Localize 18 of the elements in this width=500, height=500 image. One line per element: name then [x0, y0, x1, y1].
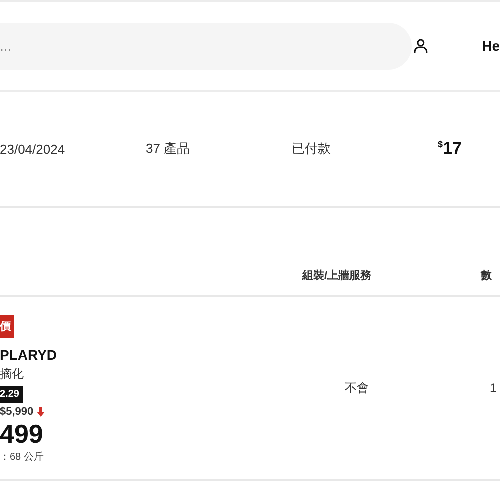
order-total: $^{$}$17 — [438, 139, 463, 159]
person-icon[interactable] — [412, 37, 430, 55]
product-price: 499 — [0, 420, 44, 446]
table-cell-text: 1 — [489, 381, 498, 395]
previous-price: $5,990 — [0, 406, 34, 418]
discount-badge: 價 — [0, 314, 14, 338]
order-date: 23/04/2024 — [0, 142, 66, 156]
product-name: PLARYD — [0, 346, 58, 362]
search-field[interactable]: ... — [0, 22, 412, 70]
price-tag: 2.29 — [0, 386, 24, 402]
column-header: 組裝/上牆服務 — [302, 268, 372, 283]
table-cell: 不會 — [345, 380, 369, 396]
payment-status: 已付款 — [292, 140, 332, 158]
product-description: 摘化 — [0, 366, 24, 382]
account-link[interactable]: He — [482, 38, 500, 54]
column-header: 數 — [480, 269, 493, 283]
product-weight: ：68 公斤 — [0, 450, 44, 464]
item-count: 37 產品 — [146, 140, 192, 158]
